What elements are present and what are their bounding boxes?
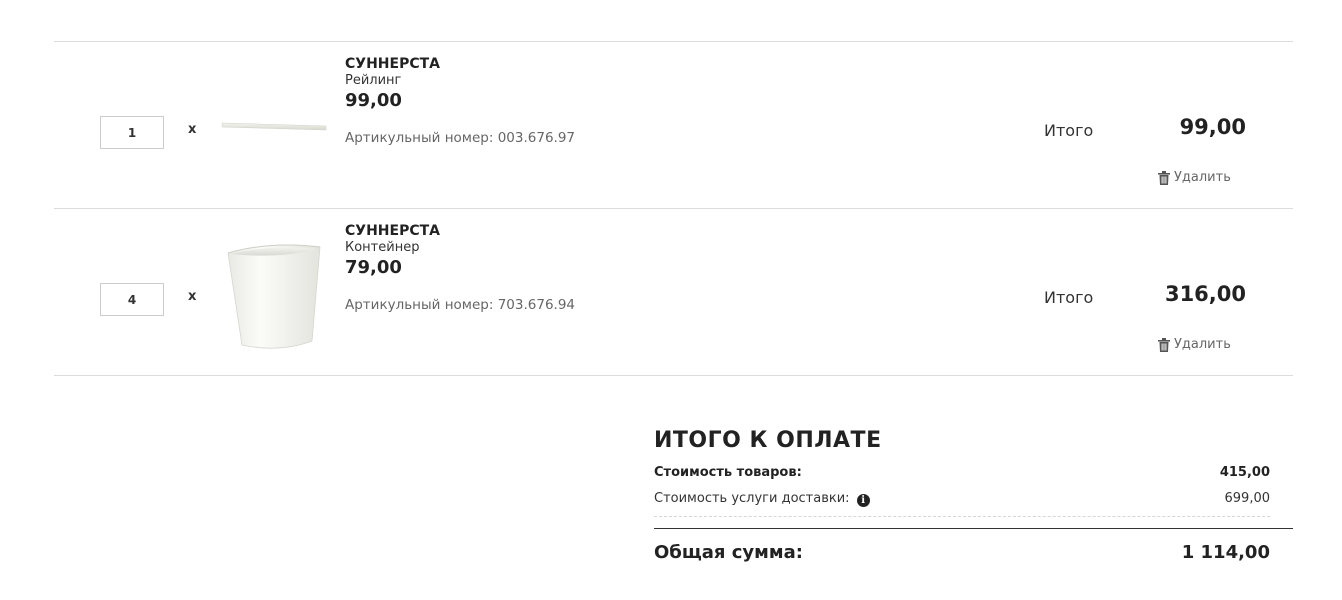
article-number: Артикульный номер: 003.676.97: [345, 130, 576, 146]
line-total-value: 316,00: [1164, 282, 1246, 306]
summary-title: ИТОГО К ОПЛАТЕ: [654, 428, 882, 453]
delivery-cost-row: Стоимость услуги доставки: i 699,00: [654, 490, 1270, 517]
order-summary: ИТОГО К ОПЛАТЕ Стоимость товаров: 415,00…: [654, 426, 1293, 565]
goods-cost-row: Стоимость товаров: 415,00: [654, 464, 1270, 482]
cart-list: x СУННЕРСТА Рейлинг 99,00 Артикульный но…: [54, 41, 1293, 376]
container-image[interactable]: [220, 229, 328, 354]
rail-image[interactable]: [220, 62, 328, 187]
quantity-input[interactable]: [100, 283, 164, 316]
product-description: Контейнер: [345, 240, 420, 255]
delete-button[interactable]: Удалить: [1158, 337, 1231, 352]
delete-label: Удалить: [1174, 337, 1231, 352]
delivery-cost-label: Стоимость услуги доставки:: [654, 491, 850, 506]
delete-label: Удалить: [1174, 170, 1231, 185]
cart-item: x СУННЕРСТА Рейлинг 99,00 Артикульный но…: [54, 41, 1293, 208]
item-info: СУННЕРСТА Рейлинг 99,00 Артикульный номе…: [345, 56, 845, 147]
quantity-input[interactable]: [100, 116, 164, 149]
trash-icon: [1158, 337, 1170, 352]
times-sign: x: [188, 122, 197, 137]
line-total-value: 99,00: [1179, 115, 1246, 139]
unit-price: 79,00: [345, 257, 402, 278]
item-info: СУННЕРСТА Контейнер 79,00 Артикульный но…: [345, 223, 845, 314]
shopping-cart-page: x СУННЕРСТА Рейлинг 99,00 Артикульный но…: [0, 0, 1342, 600]
grand-total-value: 1 114,00: [1181, 542, 1270, 563]
grand-total-row: Общая сумма: 1 114,00: [654, 541, 1270, 565]
goods-cost-label: Стоимость товаров:: [654, 465, 802, 480]
info-icon[interactable]: i: [856, 494, 870, 507]
article-number: Артикульный номер: 703.676.94: [345, 297, 576, 313]
product-name[interactable]: СУННЕРСТА: [345, 56, 845, 72]
grand-total-label: Общая сумма:: [654, 542, 803, 563]
delete-button[interactable]: Удалить: [1158, 170, 1231, 185]
goods-cost-value: 415,00: [1219, 465, 1270, 480]
delivery-cost-value: 699,00: [1224, 491, 1271, 506]
product-name[interactable]: СУННЕРСТА: [345, 223, 845, 239]
trash-icon: [1158, 170, 1170, 185]
unit-price: 99,00: [345, 90, 402, 111]
line-total-label: Итого: [1044, 121, 1094, 140]
cart-item: x СУННЕРСТА: [54, 208, 1293, 376]
times-sign: x: [188, 289, 197, 304]
divider: [654, 528, 1293, 529]
product-description: Рейлинг: [345, 73, 402, 88]
line-total-label: Итого: [1044, 288, 1094, 307]
